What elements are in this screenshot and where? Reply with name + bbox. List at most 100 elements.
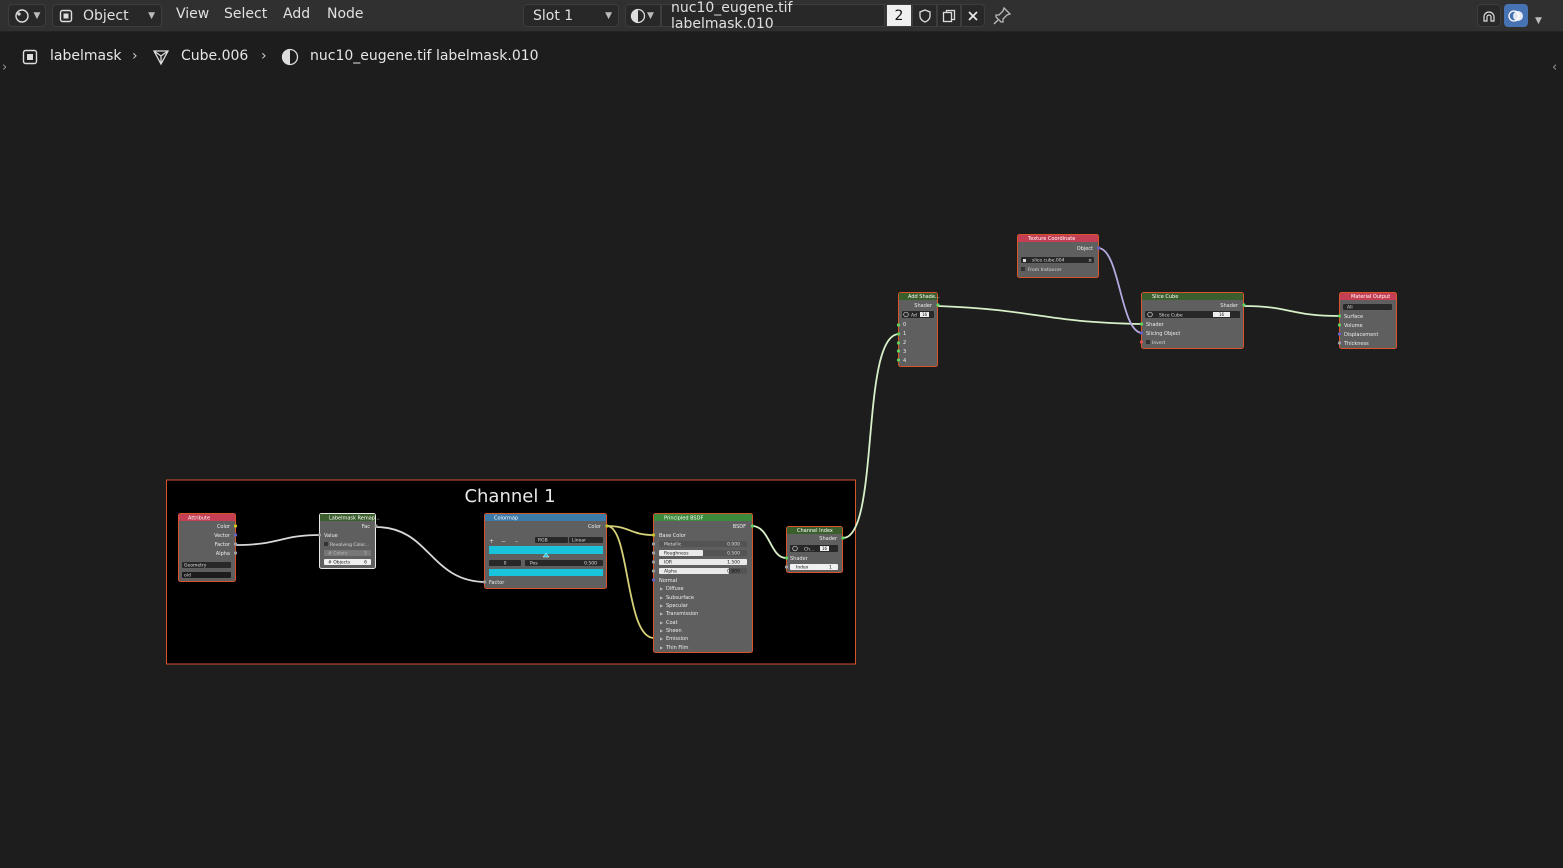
mode-label: Object (83, 7, 129, 24)
snap-toggle[interactable] (1477, 4, 1501, 27)
output-shader: Shader (819, 536, 838, 542)
user-count-button[interactable]: 2 (886, 4, 912, 27)
svg-text:▶: ▶ (660, 620, 664, 625)
panel-sheen[interactable]: Sheen (666, 628, 682, 634)
object-field[interactable]: slice cube.004 (1032, 258, 1065, 264)
roughness-value[interactable]: 0.500 (727, 551, 740, 557)
link-remap-colormap (375, 526, 487, 583)
panel-transmission[interactable]: Transmission (665, 611, 698, 617)
pos-value[interactable]: 0.500 (584, 561, 597, 567)
menu-view[interactable]: View (176, 6, 209, 22)
group-users-count[interactable]: 16 (922, 312, 928, 317)
unlink-material-button[interactable] (961, 4, 985, 27)
remove-stop-button[interactable]: − (501, 538, 506, 545)
svg-text:▶: ▶ (660, 603, 664, 608)
object-icon (22, 49, 38, 65)
color-mode-dropdown[interactable]: RGB (538, 538, 548, 544)
stop-index-field[interactable]: 0 (504, 561, 507, 567)
svg-text:▶: ▶ (660, 645, 664, 650)
objects-value[interactable]: 6 (364, 560, 367, 566)
ior-value[interactable]: 1.500 (727, 560, 740, 566)
node-principled-bsdf[interactable]: Principled BSDF BSDF Base Color Metallic… (651, 513, 755, 653)
panel-diffuse[interactable]: Diffuse (666, 586, 684, 592)
link-colormap-principled-base (606, 525, 655, 536)
attribute-name-field[interactable]: old (184, 573, 191, 579)
svg-text:▶: ▶ (660, 611, 664, 616)
revolving-color-checkbox[interactable]: Revolving Color... (330, 542, 369, 548)
panel-specular[interactable]: Specular (666, 603, 689, 609)
node-title: Attribute (188, 516, 210, 522)
node-attribute[interactable]: Attribute Color Vector Factor Alpha Geom… (178, 513, 238, 582)
from-instancer-checkbox[interactable]: From Instancer (1028, 267, 1062, 273)
fake-user-button[interactable] (912, 4, 937, 27)
interpolation-dropdown[interactable]: Linear (572, 538, 586, 544)
editor-type-dropdown[interactable]: ▼ (8, 4, 46, 27)
menu-add[interactable]: Add (283, 6, 310, 22)
node-material-output[interactable]: Material Output All Surface Volume Displ… (1337, 292, 1397, 349)
input-normal: Normal (659, 578, 677, 584)
metallic-value[interactable]: 0.000 (727, 542, 740, 548)
output-factor: Factor (215, 542, 231, 548)
objects-label: # Objects (328, 560, 351, 566)
input-shader: Shader (790, 556, 809, 562)
input-displacement: Displacement (1344, 332, 1378, 338)
overlays-dropdown[interactable]: ▼ (1531, 8, 1547, 26)
slot-dropdown[interactable]: Slot 1 ▼ (523, 4, 619, 27)
panel-coat[interactable]: Coat (666, 620, 678, 626)
add-stop-button[interactable]: + (489, 538, 494, 545)
node-add-shader[interactable]: Add Shade... Shader Ad 16 0 1 2 3 4 (896, 292, 940, 367)
menu-select[interactable]: Select (224, 6, 267, 22)
node-colormap[interactable]: Colormap Color + − – RGB Linear 0 Pos 0.… (482, 513, 609, 589)
group-name-field[interactable]: Slice Cube (1159, 313, 1183, 319)
attribute-type-dropdown[interactable]: Geometry (184, 563, 207, 569)
input-0: 0 (903, 322, 906, 328)
pin-button[interactable] (992, 6, 1012, 26)
overlay-icon (1508, 9, 1523, 22)
target-dropdown[interactable]: All (1347, 305, 1353, 311)
colors-value[interactable]: 5 (364, 551, 367, 557)
material-browse-button[interactable]: ▼ (625, 4, 661, 27)
invert-checkbox[interactable]: Invert (1152, 340, 1165, 346)
material-name-text: nuc10_eugene.tif labelmask.010 (671, 0, 793, 32)
overlays-toggle[interactable] (1504, 4, 1528, 27)
panel-subsurface[interactable]: Subsurface (666, 595, 694, 601)
output-shader: Shader (914, 303, 933, 309)
index-value[interactable]: 1 (829, 565, 832, 571)
stop-color-swatch[interactable] (489, 569, 603, 576)
input-2: 2 (903, 340, 906, 346)
node-labelmask-remap[interactable]: Labelmask Remap... Fac Value Revolving C… (317, 513, 380, 569)
group-name-field[interactable]: Ad (911, 313, 917, 319)
node-channel-index[interactable]: Channel Index Shader Ch... 16 Shader Ind… (784, 526, 845, 573)
mesh-icon (152, 50, 170, 66)
mode-dropdown[interactable]: Object ▼ (52, 4, 162, 27)
pos-label: Pos (530, 561, 538, 567)
svg-text:▶: ▶ (660, 595, 664, 600)
panel-list[interactable]: Diffuse Subsurface Specular Transmission… (665, 586, 698, 651)
duplicate-material-button[interactable] (937, 4, 961, 27)
ramp-menu-button[interactable]: – (515, 538, 518, 545)
toolbar-expand-arrow[interactable]: › (2, 60, 7, 75)
frame-channel-1[interactable] (166, 479, 856, 665)
group-users-count[interactable]: 16 (1219, 312, 1225, 317)
link-texcoord-slice (1097, 247, 1143, 334)
clear-object-icon[interactable]: × (1088, 258, 1092, 264)
node-title: Material Output (1351, 294, 1390, 300)
color-ramp[interactable] (489, 546, 603, 554)
node-title: Channel Index (797, 528, 833, 534)
sidebar-expand-arrow[interactable]: ‹ (1552, 60, 1557, 75)
node-canvas[interactable]: Channel 1 Attribute Color Vector Factor … (0, 0, 1563, 868)
menu-node[interactable]: Node (327, 6, 364, 22)
node-slice-cube[interactable]: Slice Cube Shader Slice Cube 16 Shader S… (1139, 292, 1246, 349)
panel-emission[interactable]: Emission (666, 636, 688, 642)
svg-text:▶: ▶ (660, 636, 664, 641)
panel-thin-film[interactable]: Thin Film (665, 645, 689, 651)
group-name-field[interactable]: Ch... (804, 547, 814, 553)
group-users-count[interactable]: 16 (822, 546, 828, 551)
alpha-value[interactable]: 0.800 (727, 569, 740, 575)
chevron-down-icon: ▼ (33, 10, 41, 21)
breadcrumb-material: nuc10_eugene.tif labelmask.010 (310, 48, 539, 64)
object-mode-icon (59, 9, 73, 22)
alpha-label: Alpha (664, 569, 677, 575)
material-name-field[interactable]: nuc10_eugene.tif labelmask.010 (661, 0, 885, 32)
node-texture-coordinate[interactable]: Texture Coordinate Object slice cube.004… (1017, 234, 1101, 278)
